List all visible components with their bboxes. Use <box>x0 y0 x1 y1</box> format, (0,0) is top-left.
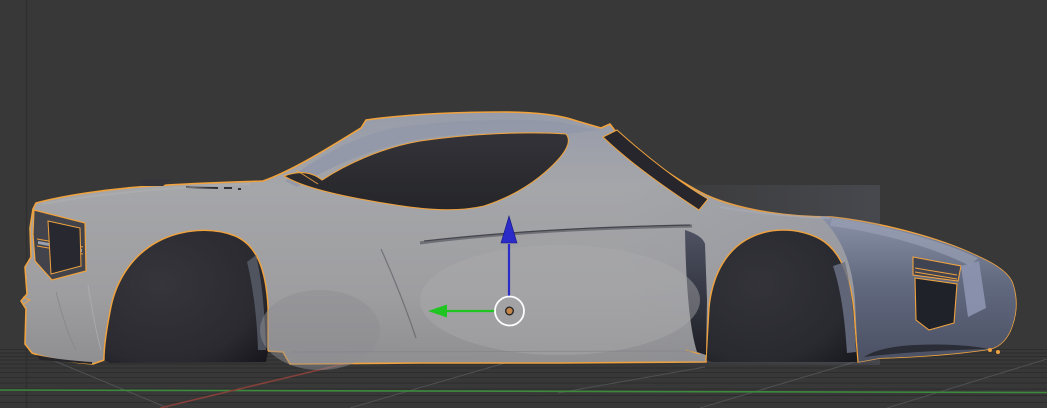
viewport-canvas[interactable] <box>0 0 1047 408</box>
gizmo-origin-dot[interactable] <box>505 306 515 316</box>
rear-outline-dot-1 <box>988 348 992 352</box>
taillight-recess <box>914 277 958 331</box>
headlight-inner-box <box>47 220 82 275</box>
viewport-3d[interactable] <box>0 0 1047 408</box>
door-front-shading <box>260 290 380 370</box>
rear-outline-dot-2 <box>996 350 1000 354</box>
door-highlight <box>420 245 700 355</box>
